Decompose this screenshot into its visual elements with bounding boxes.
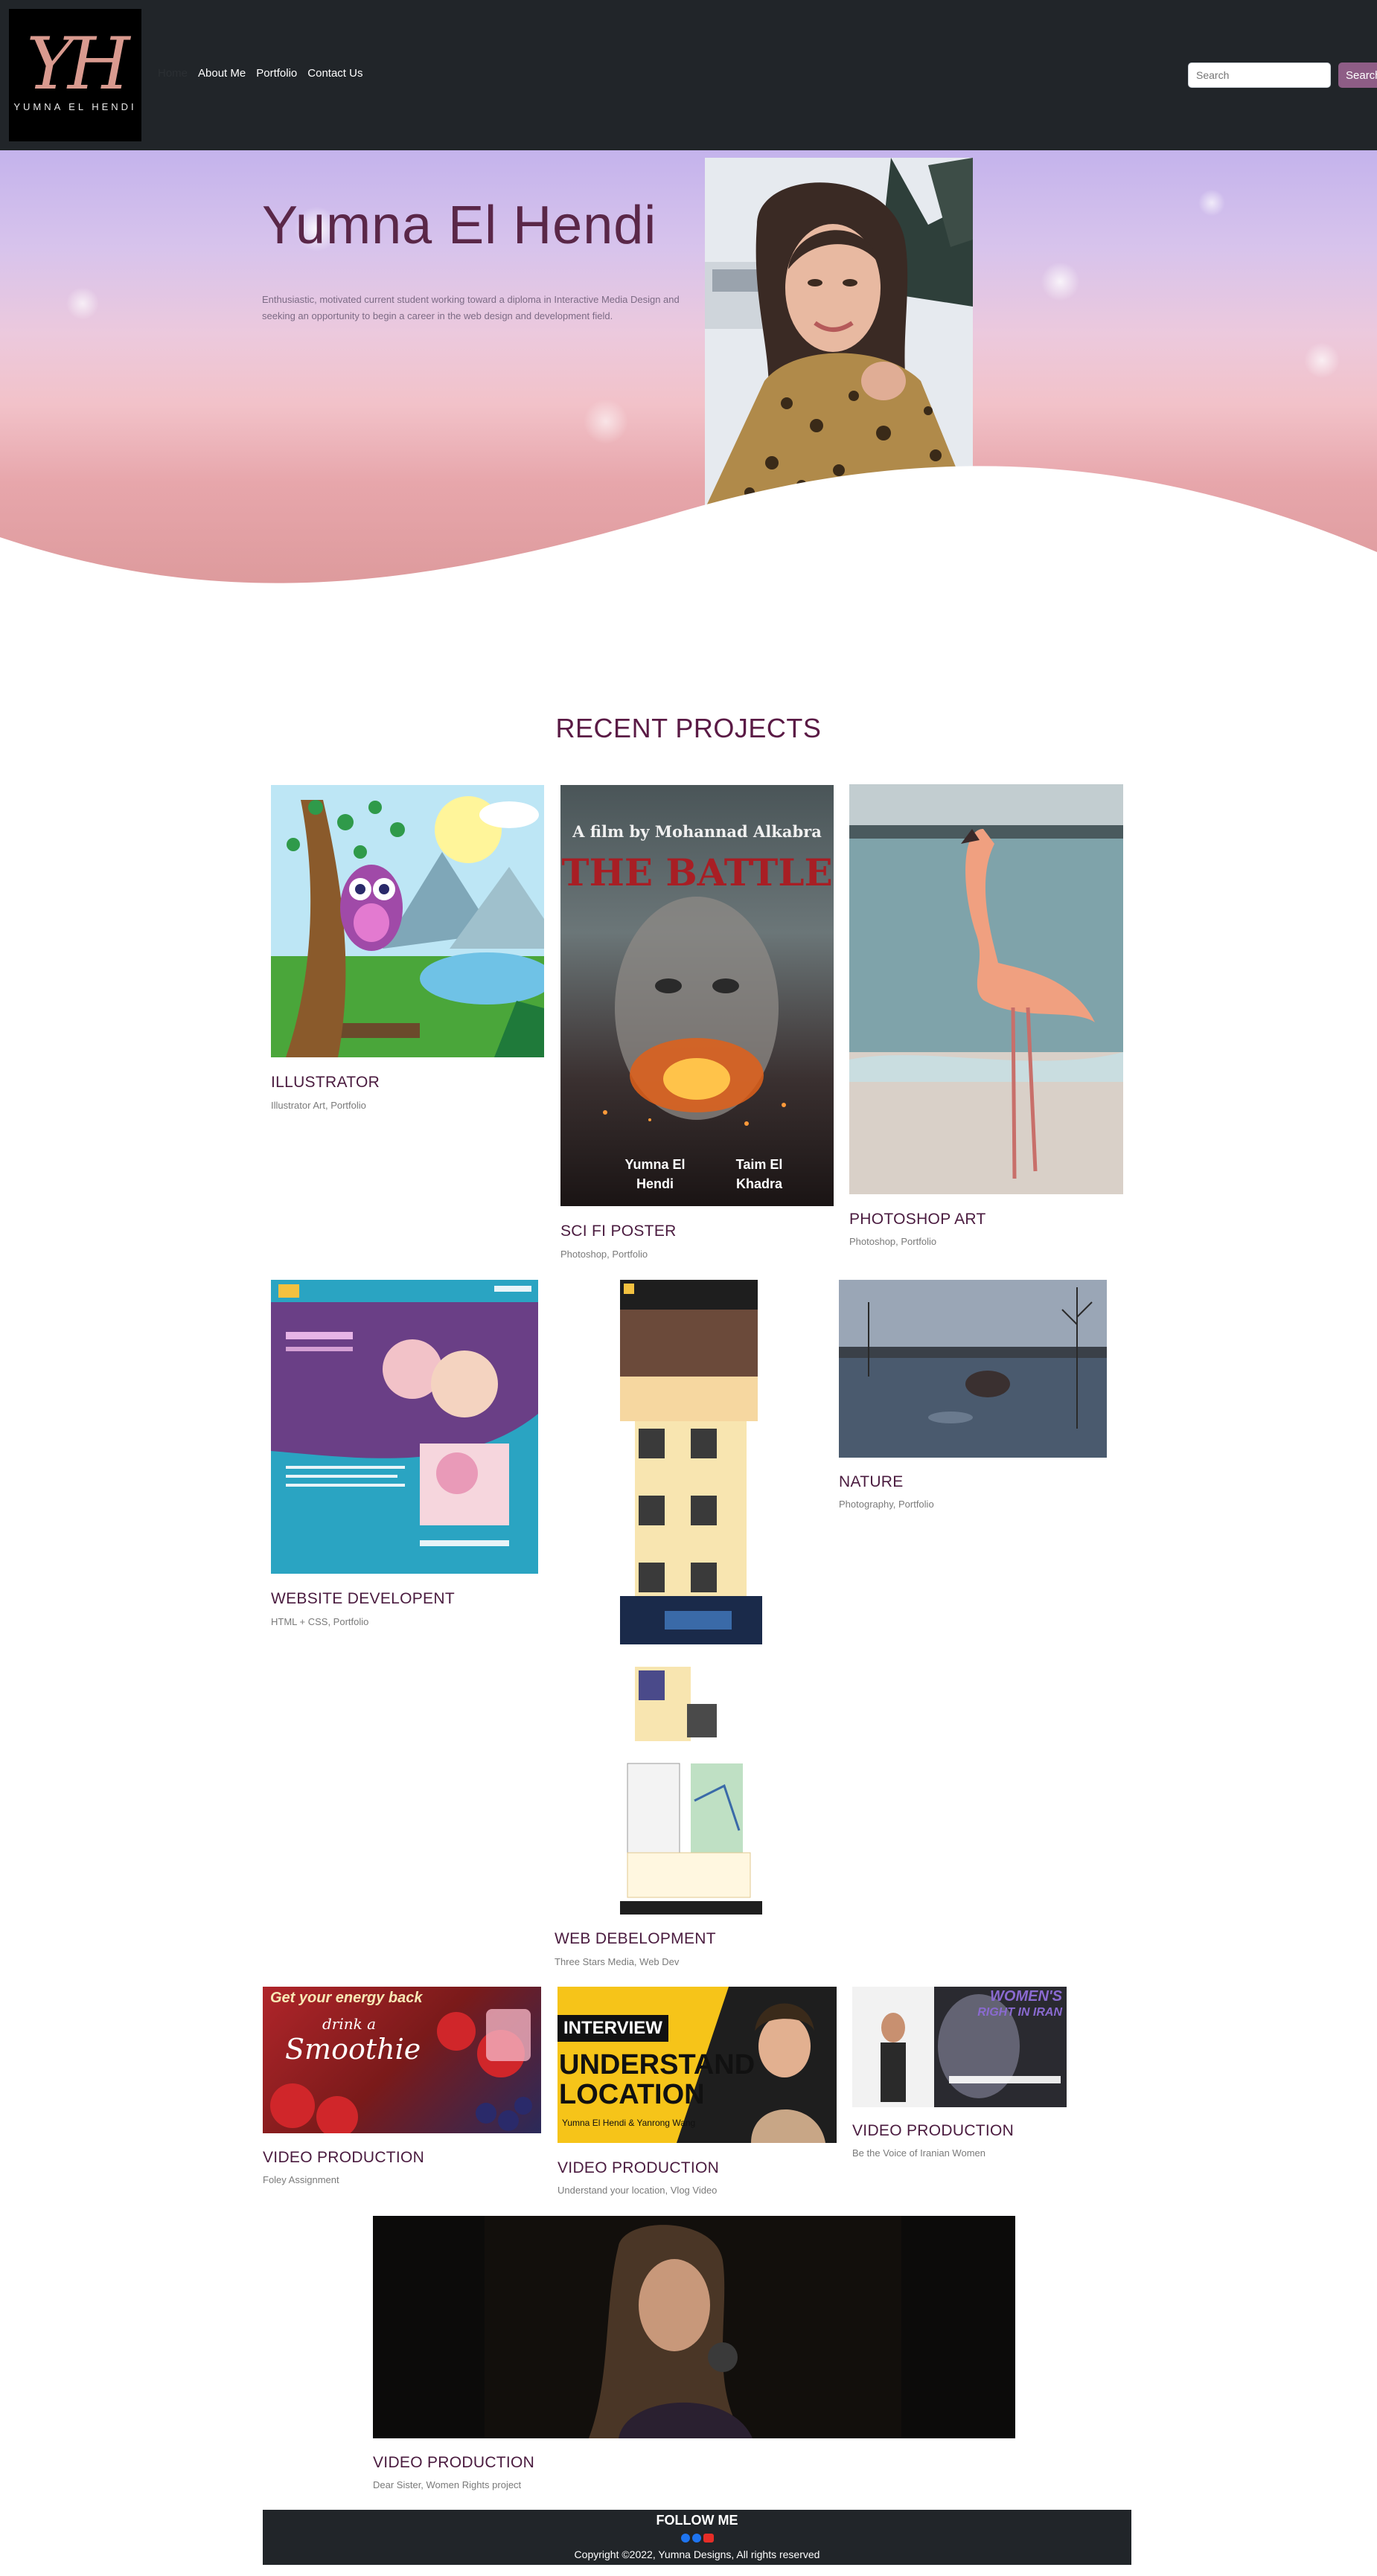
- project-subtitle: Dear Sister, Women Rights project: [373, 2479, 522, 2490]
- project-subtitle: HTML + CSS, Portfolio: [271, 1616, 369, 1627]
- project-image-scifi-poster[interactable]: A film by Mohannad Alkabra THE BATTLE Yu…: [560, 785, 834, 1206]
- navbar: YH YUMNA EL HENDI Home About Me Portfoli…: [0, 0, 1377, 150]
- main-nav: Home About Me Portfolio Contact Us: [158, 67, 362, 80]
- project-title[interactable]: ILLUSTRATOR: [271, 1074, 380, 1092]
- thumb-line-3: Smoothie: [285, 2033, 421, 2066]
- instagram-icon[interactable]: [691, 2534, 701, 2543]
- poster-credit-left: Yumna El Hendi: [624, 1157, 686, 1191]
- thumb-line-1: WOMEN'S: [990, 1988, 1062, 2005]
- project-title[interactable]: WEB DEBELOPMENT: [555, 1930, 716, 1948]
- thumb-line-2: RIGHT IN IRAN: [977, 2006, 1062, 2019]
- project-subtitle: Be the Voice of Iranian Women: [852, 2147, 985, 2159]
- search-button[interactable]: Search: [1338, 63, 1377, 88]
- hero-wave: [0, 466, 1377, 588]
- project-title[interactable]: VIDEO PRODUCTION: [373, 2454, 534, 2472]
- logo-name: YUMNA EL HENDI: [13, 101, 137, 112]
- project-image-interview-video[interactable]: INTERVIEW UNDERSTAND LOCATION Yumna El H…: [557, 1987, 837, 2143]
- project-image-website[interactable]: [271, 1280, 538, 1574]
- project-title[interactable]: VIDEO PRODUCTION: [852, 2122, 1014, 2140]
- section-title: RECENT PROJECTS: [555, 713, 822, 743]
- nav-contact[interactable]: Contact Us: [307, 67, 362, 80]
- project-subtitle: Photography, Portfolio: [839, 1499, 934, 1510]
- footer: FOLLOW ME Copyright ©2022, Yumna Designs…: [263, 2510, 1131, 2565]
- project-title[interactable]: NATURE: [839, 1473, 904, 1491]
- brand-logo[interactable]: YH YUMNA EL HENDI: [9, 9, 141, 141]
- thumb-line-1: Get your energy back: [270, 1990, 423, 2006]
- hero-banner: Yumna El Hendi Enthusiastic, motivated c…: [0, 150, 1377, 588]
- project-subtitle: Foley Assignment: [263, 2174, 339, 2185]
- project-image-nature[interactable]: [839, 1280, 1107, 1458]
- thumb-credit: Yumna El Hendi & Yanrong Wang: [562, 2118, 696, 2128]
- thumb-line-3: LOCATION: [559, 2079, 705, 2110]
- social-icons: [263, 2534, 1131, 2543]
- project-subtitle: Understand your location, Vlog Video: [557, 2185, 718, 2196]
- project-subtitle: Photoshop, Portfolio: [560, 1249, 648, 1260]
- project-image-iran-video[interactable]: WOMEN'S RIGHT IN IRAN: [852, 1987, 1067, 2107]
- footer-copyright: Copyright ©2022, Yumna Designs, All righ…: [574, 2548, 820, 2560]
- project-image-three-stars-media[interactable]: [620, 1280, 762, 1915]
- thumb-line-1: INTERVIEW: [557, 2015, 668, 2042]
- project-title[interactable]: VIDEO PRODUCTION: [263, 2149, 424, 2167]
- nav-home[interactable]: Home: [158, 67, 188, 80]
- facebook-icon[interactable]: [680, 2534, 690, 2543]
- search-input[interactable]: [1188, 63, 1331, 88]
- nav-portfolio[interactable]: Portfolio: [256, 67, 297, 80]
- project-title[interactable]: WEBSITE DEVELOPENT: [271, 1590, 455, 1608]
- youtube-icon[interactable]: [703, 2534, 714, 2543]
- poster-credit-right: Taim El Khadra: [735, 1157, 783, 1191]
- project-image-flamingo[interactable]: [849, 784, 1123, 1194]
- nav-about[interactable]: About Me: [198, 67, 246, 80]
- thumb-line-2: UNDERSTAND: [559, 2049, 755, 2080]
- poster-title: THE BATTLE: [561, 850, 833, 894]
- project-subtitle: Photoshop, Portfolio: [849, 1236, 937, 1247]
- project-title[interactable]: SCI FI POSTER: [560, 1223, 677, 1240]
- logo-monogram: YH: [26, 22, 130, 106]
- hero-title: Yumna El Hendi: [262, 196, 657, 255]
- project-title[interactable]: PHOTOSHOP ART: [849, 1211, 986, 1228]
- project-image-dear-sister-video[interactable]: [373, 2216, 1015, 2438]
- project-image-illustrator[interactable]: [271, 785, 544, 1057]
- project-image-smoothie-video[interactable]: Get your energy back drink a Smoothie: [263, 1987, 541, 2133]
- project-subtitle: Illustrator Art, Portfolio: [271, 1100, 366, 1111]
- project-subtitle: Three Stars Media, Web Dev: [555, 1956, 680, 1967]
- footer-follow: FOLLOW ME: [656, 2513, 738, 2528]
- thumb-line-2: drink a: [322, 2015, 377, 2033]
- hero-text: Enthusiastic, motivated current student …: [262, 294, 680, 321]
- project-title[interactable]: VIDEO PRODUCTION: [557, 2159, 719, 2177]
- poster-tagline: A film by Mohannad Alkabra: [572, 822, 822, 841]
